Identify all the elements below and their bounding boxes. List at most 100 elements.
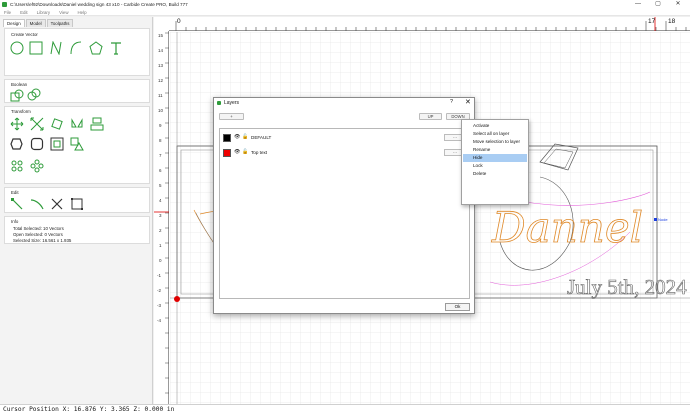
- menu-item-activate[interactable]: Activate: [463, 122, 527, 130]
- layer-name: DEFAULT: [251, 135, 272, 140]
- layer-color-swatch[interactable]: [223, 134, 231, 142]
- polyline-tool-icon[interactable]: [49, 41, 63, 55]
- close-window-button[interactable]: ✕: [668, 0, 688, 9]
- menu-edit[interactable]: Edit: [20, 9, 28, 15]
- offset-tool-icon[interactable]: [10, 137, 24, 151]
- menu-item-lock[interactable]: Lock: [463, 162, 527, 170]
- circle-tool-icon[interactable]: [10, 41, 24, 55]
- layer-context-menu: Activate Select all on layer Move select…: [461, 119, 529, 205]
- vruler-label: 6: [159, 168, 162, 173]
- circular-array-tool-icon[interactable]: [30, 159, 44, 173]
- vruler-label: 2: [159, 228, 162, 233]
- vruler-label: 12: [158, 78, 164, 83]
- window-title: C:\Users\ef92\Downloads\Daniel wedding s…: [10, 2, 188, 7]
- minimize-button[interactable]: —: [628, 0, 648, 9]
- edit-section: Edit: [4, 187, 150, 213]
- tab-toolpaths[interactable]: Toolpaths: [46, 19, 74, 27]
- vruler-label: 4: [159, 198, 162, 203]
- vruler-label: -1: [157, 273, 162, 278]
- ok-button[interactable]: Ok: [445, 303, 470, 311]
- menu-item-select-all-on-layer[interactable]: Select all on layer: [463, 130, 527, 138]
- tab-model[interactable]: Model: [25, 19, 46, 27]
- ruler-label-17: 17: [648, 18, 656, 25]
- node-label: Node: [658, 217, 668, 222]
- carbide-logo-icon: [2, 2, 7, 7]
- info-section: Info Total Selected: 10 Vectors Open Sel…: [4, 216, 150, 244]
- menu-item-move-selection-to-layer[interactable]: Move selection to layer: [463, 138, 527, 146]
- left-panel: Design Model Toolpaths Create Vector Boo…: [0, 17, 153, 404]
- vruler-label: 3: [159, 213, 162, 218]
- date-text: July 5th, 2024: [567, 275, 687, 299]
- create-vector-section: Create Vector: [4, 28, 150, 76]
- inset-tool-icon[interactable]: [50, 137, 64, 151]
- layer-color-swatch[interactable]: [223, 149, 231, 157]
- array-tool-icon[interactable]: [10, 159, 24, 173]
- vruler-label: 8: [159, 138, 162, 143]
- menu-file[interactable]: File: [4, 9, 11, 15]
- total-selected-text: Total Selected: 10 Vectors: [13, 226, 64, 231]
- vruler-label: 10: [158, 108, 164, 113]
- eye-icon[interactable]: 👁: [234, 149, 240, 156]
- layer-list: 👁 🔓 DEFAULT ... 👁 🔓 Top text ...: [219, 128, 470, 299]
- info-title: Info: [11, 219, 19, 224]
- fillet-tool-icon[interactable]: [30, 137, 44, 151]
- menu-item-rename[interactable]: Rename: [463, 146, 527, 154]
- app-window: C:\Users\ef92\Downloads\Daniel wedding s…: [0, 0, 690, 414]
- cut-tool-icon[interactable]: [50, 197, 64, 211]
- rotate-tool-icon[interactable]: [50, 117, 64, 131]
- edit-title: Edit: [11, 190, 19, 195]
- align-tool-icon[interactable]: [90, 117, 104, 131]
- shape-tool-icon[interactable]: [70, 137, 84, 151]
- close-dialog-button[interactable]: ✕: [465, 98, 471, 106]
- vruler-label: -4: [157, 318, 162, 323]
- help-button[interactable]: ?: [450, 99, 453, 105]
- vruler-label: -3: [157, 303, 162, 308]
- polygon-tool-icon[interactable]: [89, 41, 103, 55]
- menu-help[interactable]: Help: [78, 9, 87, 15]
- layers-dialog: Layers ? ✕ + UP DOWN 👁 🔓 DEFAULT ... 👁 🔓…: [213, 97, 475, 314]
- node-edit-tool-icon[interactable]: [10, 197, 24, 211]
- mirror-tool-icon[interactable]: [70, 117, 84, 131]
- unlock-icon[interactable]: 🔓: [242, 134, 248, 141]
- trim-tool-icon[interactable]: [30, 197, 44, 211]
- vruler-label: -2: [157, 288, 162, 293]
- move-up-button[interactable]: UP: [419, 113, 442, 120]
- menu-bar: File Edit Library View Help: [0, 9, 690, 16]
- text-tool-icon[interactable]: [109, 41, 123, 55]
- menu-item-delete[interactable]: Delete: [463, 170, 527, 178]
- join-tool-icon[interactable]: [70, 197, 84, 211]
- add-layer-button[interactable]: +: [219, 113, 244, 120]
- layers-dialog-titlebar: Layers ? ✕: [214, 98, 474, 108]
- vruler-label: 1: [159, 243, 162, 248]
- vruler-label: 11: [158, 93, 163, 98]
- boolean-section: Boolean: [4, 79, 150, 103]
- tab-design[interactable]: Design: [3, 19, 25, 27]
- menu-library[interactable]: Library: [37, 9, 50, 15]
- dannel-text: Dannel: [491, 203, 643, 252]
- layer-row-default[interactable]: 👁 🔓 DEFAULT ...: [220, 132, 469, 144]
- menu-item-hide[interactable]: Hide: [463, 154, 527, 162]
- vertical-ruler: 15 14 13 12 11 10 9 8 7 6 5 4 3 2 1 0 -1…: [154, 31, 169, 404]
- selected-size-text: Selected Size: 16.561 x 1.935: [13, 238, 72, 243]
- vruler-label: 5: [159, 183, 162, 188]
- status-bar: Cursor Position X: 16.876 Y: 3.365 Z: 0.…: [0, 404, 690, 414]
- eye-icon[interactable]: 👁: [234, 134, 240, 141]
- layer-name: Top text: [251, 150, 268, 155]
- layer-row-top-text[interactable]: 👁 🔓 Top text ...: [220, 147, 469, 159]
- scale-tool-icon[interactable]: [30, 117, 44, 131]
- vruler-label: 7: [159, 153, 162, 158]
- horizontal-ruler: 0 17 18: [169, 17, 690, 31]
- layers-dialog-title: Layers: [224, 100, 240, 106]
- union-tool-icon[interactable]: [10, 89, 24, 103]
- subtract-tool-icon[interactable]: [27, 88, 41, 102]
- menu-view[interactable]: View: [59, 9, 68, 15]
- move-tool-icon[interactable]: [10, 117, 24, 131]
- unlock-icon[interactable]: 🔓: [242, 149, 248, 156]
- curve-tool-icon[interactable]: [69, 41, 83, 55]
- boolean-title: Boolean: [11, 82, 28, 87]
- rectangle-tool-icon[interactable]: [29, 41, 43, 55]
- panel-tabs: Design Model Toolpaths: [3, 19, 74, 27]
- vruler-label: 13: [158, 63, 164, 68]
- maximize-button[interactable]: ▢: [648, 0, 668, 9]
- open-selected-text: Open Selected: 0 Vectors: [13, 232, 63, 237]
